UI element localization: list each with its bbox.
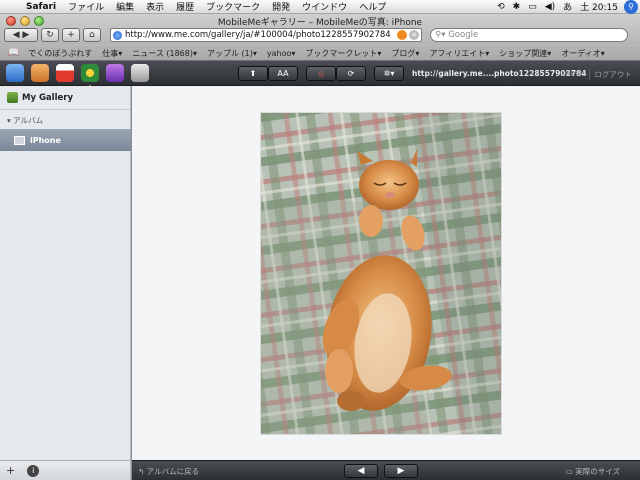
address-bar[interactable]: http://www.me.com/gallery/ja/#100004/pho… — [110, 28, 422, 42]
gallery-sidebar: My Gallery ▾ アルバム iPhone — [0, 86, 131, 460]
bookmark-item[interactable]: yahoo▾ — [262, 49, 301, 58]
os-menubar: Safari ファイル 編集 表示 履歴 ブックマーク 開発 ウインドウ ヘルプ… — [0, 0, 640, 14]
home-button[interactable]: ⌂ — [83, 28, 101, 42]
display-icon[interactable]: ▭ — [524, 2, 541, 12]
menu-safari[interactable]: Safari — [20, 2, 62, 12]
cat-photo-image — [261, 113, 501, 434]
nav-buttons: ◀ ▶ ↻ + ⌂ — [4, 28, 101, 42]
add-bookmark-button[interactable]: + — [62, 28, 80, 42]
window-title: MobileMeギャラリー – MobileMeの写真: iPhone — [217, 18, 423, 28]
menu-view[interactable]: 表示 — [140, 0, 170, 13]
back-arrow-icon: ↰ — [138, 467, 147, 476]
account-links: news ログアウト — [566, 69, 632, 80]
bookmark-item[interactable]: ショップ関連▾ — [494, 48, 556, 59]
bookmark-item[interactable]: オーディオ▾ — [556, 48, 609, 59]
divider — [589, 69, 591, 80]
search-placeholder: Google — [448, 30, 479, 40]
photo[interactable] — [260, 112, 502, 435]
albums-header[interactable]: ▾ アルバム — [0, 110, 130, 130]
menu-bookmarks[interactable]: ブックマーク — [200, 0, 266, 13]
actual-size-link[interactable]: ▭ 実際のサイズ — [566, 466, 620, 477]
photo-viewer — [132, 86, 640, 460]
photo-navigation: ◀ ▶ — [344, 464, 418, 478]
volume-icon[interactable]: ◀) — [541, 2, 559, 12]
viewer-footer: ↰ アルバムに戻る ◀ ▶ ▭ 実際のサイズ — [132, 460, 640, 480]
input-method-icon[interactable]: あ — [559, 0, 576, 13]
rotate-button[interactable]: ⟳ — [336, 66, 366, 81]
rss-icon[interactable] — [397, 30, 407, 40]
menu-history[interactable]: 履歴 — [170, 0, 200, 13]
news-link[interactable]: news — [566, 69, 585, 80]
menu-develop[interactable]: 開発 — [266, 0, 296, 13]
search-icon: ⚲▾ — [435, 30, 449, 40]
info-button[interactable]: i — [27, 464, 40, 477]
site-icon — [113, 30, 122, 40]
bookmark-item[interactable]: ニュース (1868)▾ — [127, 48, 202, 59]
bookmark-item[interactable]: ブログ▾ — [386, 48, 424, 59]
photo-url[interactable]: http://gallery.me....photo1228557902784 — [412, 69, 587, 78]
gallery-tools: ⬆ AA ⦸ ⟳ ✲▾ — [238, 66, 404, 81]
add-album-button[interactable]: + — [6, 464, 15, 477]
bookmark-item[interactable]: でくのぼうぶれす — [23, 48, 97, 59]
settings-menu-button[interactable]: ✲▾ — [374, 66, 404, 81]
contacts-icon[interactable] — [31, 64, 49, 82]
address-url: http://www.me.com/gallery/ja/#100004/pho… — [125, 30, 391, 40]
album-label: iPhone — [30, 135, 61, 145]
spotlight-icon[interactable]: ⚲ — [624, 0, 638, 14]
menu-edit[interactable]: 編集 — [110, 0, 140, 13]
my-gallery-item[interactable]: My Gallery — [0, 86, 130, 110]
view-mode-button[interactable]: AA — [268, 66, 298, 81]
bookmarks-book-icon[interactable]: 📖 — [4, 48, 23, 58]
mail-icon[interactable] — [6, 64, 24, 82]
actual-size-label: 実際のサイズ — [575, 467, 620, 476]
search-field[interactable]: ⚲▾ Google — [430, 28, 628, 42]
album-icon — [14, 135, 25, 145]
reload-button[interactable]: ↻ — [41, 28, 59, 42]
album-item-iphone[interactable]: iPhone — [0, 129, 131, 151]
calendar-icon[interactable] — [56, 64, 74, 82]
clock[interactable]: 土 20:15 — [576, 0, 622, 13]
logout-link[interactable]: ログアウト — [594, 69, 632, 80]
gallery-icon[interactable] — [81, 64, 99, 88]
bookmarks-bar: 📖 でくのぼうぶれす 仕事▾ ニュース (1868)▾ アップル (1)▾ ya… — [0, 45, 640, 60]
delete-button[interactable]: ⦸ — [306, 66, 336, 81]
back-to-album-link[interactable]: ↰ アルバムに戻る — [138, 466, 199, 477]
back-forward-buttons[interactable]: ◀ ▶ — [4, 28, 38, 42]
menu-window[interactable]: ウインドウ — [296, 0, 353, 13]
sync-icon[interactable]: ⟲ — [493, 2, 509, 12]
app-switcher — [6, 64, 149, 88]
mobileme-appbar: ⬆ AA ⦸ ⟳ ✲▾ http://gallery.me....photo12… — [0, 61, 640, 88]
sidebar-footer: + i — [0, 460, 131, 480]
menu-file[interactable]: ファイル — [62, 0, 110, 13]
upload-button[interactable]: ⬆ — [238, 66, 268, 81]
bluetooth-icon[interactable]: ✱ — [509, 2, 525, 12]
idisk-icon[interactable] — [106, 64, 124, 82]
back-to-album-label: アルバムに戻る — [146, 467, 200, 476]
bookmark-item[interactable]: アップル (1)▾ — [202, 48, 262, 59]
next-photo-button[interactable]: ▶ — [384, 464, 418, 478]
browser-toolbar: MobileMeギャラリー – MobileMeの写真: iPhone ◀ ▶ … — [0, 14, 640, 61]
bookmark-item[interactable]: ブックマークレット▾ — [300, 48, 386, 59]
stop-icon[interactable]: ✕ — [409, 30, 419, 40]
gallery-small-icon — [7, 92, 18, 103]
account-icon[interactable] — [131, 64, 149, 82]
actual-size-icon: ▭ — [565, 467, 576, 476]
menu-help[interactable]: ヘルプ — [353, 0, 392, 13]
my-gallery-label: My Gallery — [22, 92, 73, 103]
bookmark-item[interactable]: 仕事▾ — [97, 48, 127, 59]
bookmark-item[interactable]: アフィリエイト▾ — [424, 48, 494, 59]
previous-photo-button[interactable]: ◀ — [344, 464, 378, 478]
